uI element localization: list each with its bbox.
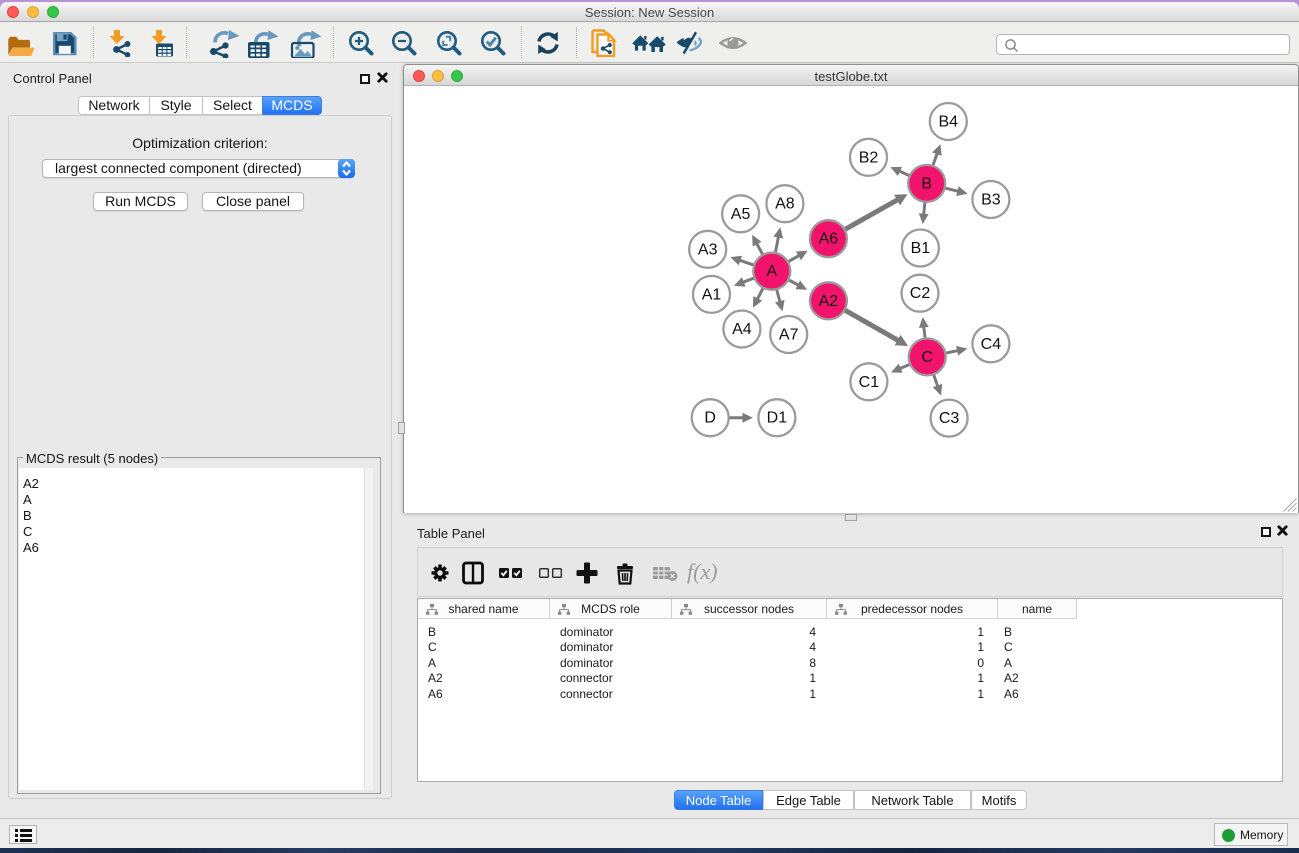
svg-text:C1: C1 bbox=[859, 374, 880, 391]
svg-text:A2: A2 bbox=[819, 293, 839, 310]
svg-text:C2: C2 bbox=[910, 285, 931, 302]
svg-text:B1: B1 bbox=[911, 240, 931, 257]
svg-text:A6: A6 bbox=[819, 231, 839, 248]
svg-text:A: A bbox=[766, 263, 777, 280]
svg-text:C: C bbox=[921, 349, 933, 366]
svg-text:C4: C4 bbox=[981, 336, 1002, 353]
svg-text:A3: A3 bbox=[698, 241, 718, 258]
svg-text:D1: D1 bbox=[767, 410, 788, 427]
svg-text:C3: C3 bbox=[939, 410, 960, 427]
svg-text:B2: B2 bbox=[859, 149, 879, 166]
svg-text:A8: A8 bbox=[775, 196, 795, 213]
svg-text:A5: A5 bbox=[731, 206, 751, 223]
svg-text:D: D bbox=[704, 410, 716, 427]
svg-text:A7: A7 bbox=[779, 327, 799, 344]
svg-text:B3: B3 bbox=[981, 192, 1001, 209]
svg-text:A4: A4 bbox=[732, 321, 752, 338]
svg-text:B: B bbox=[921, 175, 932, 192]
svg-text:A1: A1 bbox=[702, 286, 722, 303]
svg-text:B4: B4 bbox=[939, 114, 959, 131]
